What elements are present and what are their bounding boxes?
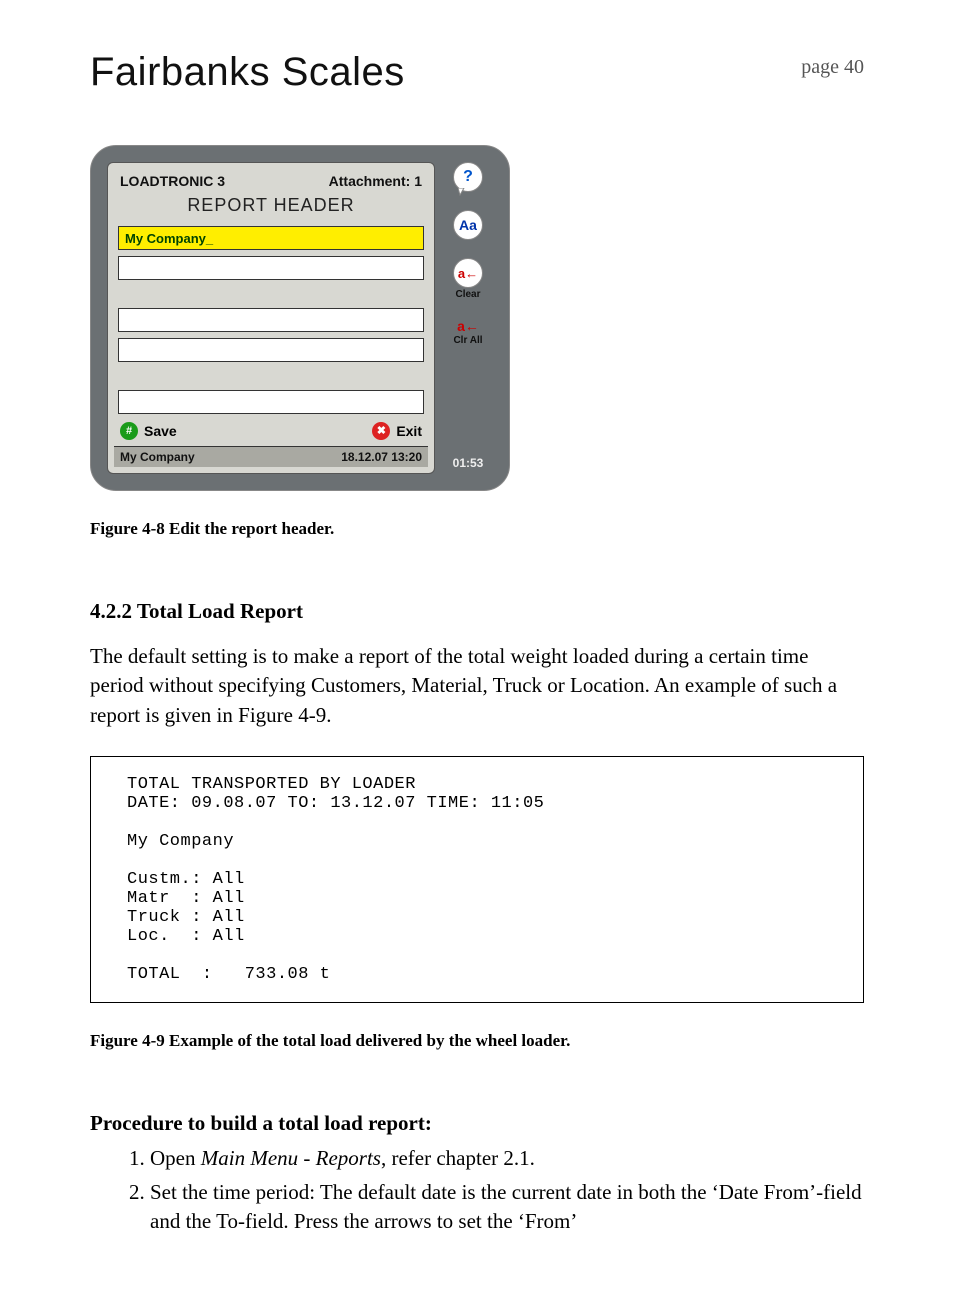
- procedure-heading: Procedure to build a total load report:: [90, 1111, 864, 1136]
- clear-all-icon: a←: [457, 318, 479, 334]
- exit-button[interactable]: ✖ Exit: [372, 422, 422, 440]
- device-side-toolbar: ? Aa a← Clear a← Clr All 01:53: [443, 162, 493, 474]
- device-main-panel: LOADTRONIC 3 Attachment: 1 REPORT HEADER…: [107, 162, 435, 474]
- procedure-list: Open Main Menu - Reports, refer chapter …: [90, 1144, 864, 1236]
- header-field-4[interactable]: [118, 338, 424, 362]
- report-line-company: My Company: [127, 832, 234, 851]
- header-fields: My Company_: [114, 226, 428, 414]
- section-heading: 4.2.2 Total Load Report: [90, 599, 864, 624]
- document-page: Fairbanks Scales page 40 LOADTRONIC 3 At…: [0, 0, 954, 1300]
- clear-all-label: Clr All: [453, 336, 482, 346]
- report-line-loc: Loc. : All: [127, 927, 245, 946]
- status-company: My Company: [120, 450, 195, 464]
- figure-4-9-caption: Figure 4-9 Example of the total load del…: [90, 1031, 864, 1051]
- report-line-title: TOTAL TRANSPORTED BY LOADER: [127, 775, 416, 794]
- clear-button[interactable]: a← Clear: [453, 258, 483, 300]
- clear-label: Clear: [455, 290, 480, 300]
- page-number: page 40: [801, 56, 864, 79]
- exit-icon: ✖: [372, 422, 390, 440]
- device-statusbar: My Company 18.12.07 13:20: [114, 446, 428, 467]
- speech-tail-icon: [458, 188, 468, 196]
- report-line-total: TOTAL : 733.08 t: [127, 965, 330, 984]
- help-icon: ?: [453, 162, 483, 192]
- save-button[interactable]: # Save: [120, 422, 177, 440]
- clear-all-button[interactable]: a← Clr All: [453, 318, 482, 346]
- exit-label: Exit: [396, 423, 422, 439]
- device-title-row: LOADTRONIC 3 Attachment: 1: [114, 167, 428, 191]
- header-field-3[interactable]: [118, 308, 424, 332]
- report-header-title: REPORT HEADER: [114, 191, 428, 226]
- page-header: Fairbanks Scales page 40: [90, 50, 864, 95]
- keyboard-button[interactable]: Aa: [453, 210, 483, 240]
- clear-icon: a←: [453, 258, 483, 288]
- report-line-custm: Custm.: All: [127, 870, 245, 889]
- save-label: Save: [144, 423, 177, 439]
- status-datetime: 18.12.07 13:20: [341, 450, 422, 464]
- report-line-truck: Truck : All: [127, 908, 245, 927]
- figure-4-8-caption: Figure 4-8 Edit the report header.: [90, 519, 864, 539]
- report-box: TOTAL TRANSPORTED BY LOADER DATE: 09.08.…: [90, 756, 864, 1003]
- menu-path: Main Menu - Reports: [201, 1146, 381, 1170]
- header-field-5[interactable]: [118, 390, 424, 414]
- device-product-name: LOADTRONIC 3: [120, 173, 225, 189]
- procedure-step-1: Open Main Menu - Reports, refer chapter …: [150, 1144, 864, 1173]
- keyboard-icon: Aa: [453, 210, 483, 240]
- report-line-date: DATE: 09.08.07 TO: 13.12.07 TIME: 11:05: [127, 794, 544, 813]
- device-bottom-buttons: # Save ✖ Exit: [114, 414, 428, 446]
- company-title: Fairbanks Scales: [90, 50, 405, 95]
- procedure-step-2: Set the time period: The default date is…: [150, 1178, 864, 1237]
- device-screenshot: LOADTRONIC 3 Attachment: 1 REPORT HEADER…: [90, 145, 510, 491]
- device-attachment: Attachment: 1: [329, 173, 422, 189]
- header-field-1[interactable]: My Company_: [118, 226, 424, 250]
- device-clock: 01:53: [453, 456, 484, 474]
- save-icon: #: [120, 422, 138, 440]
- help-button[interactable]: ?: [453, 162, 483, 192]
- section-body: The default setting is to make a report …: [90, 642, 864, 730]
- header-field-2[interactable]: [118, 256, 424, 280]
- report-line-matr: Matr : All: [127, 889, 245, 908]
